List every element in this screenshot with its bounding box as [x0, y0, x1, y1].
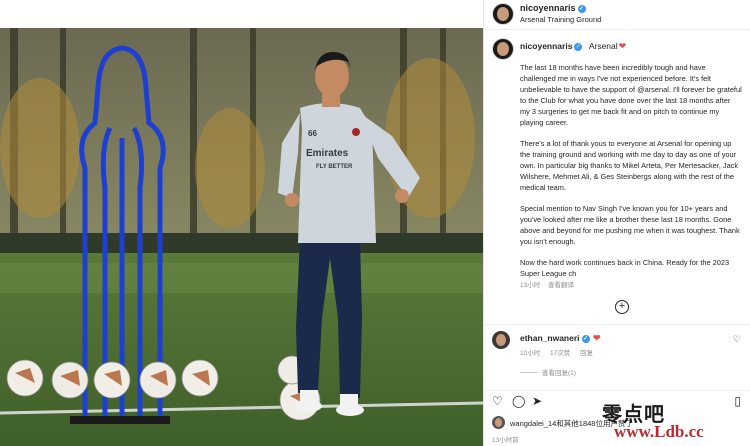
svg-text:Emirates: Emirates — [306, 148, 349, 159]
caption-meta: 13小时 查看翻译 — [520, 279, 580, 289]
view-replies-link[interactable]: 查看回复(1) — [520, 367, 576, 377]
caption-mention[interactable]: Arsenal — [589, 41, 618, 51]
caption-text: The last 18 months have been incredibly … — [520, 62, 742, 289]
caption-paragraph: Special mention to Nav Singh I've known … — [520, 204, 740, 246]
see-translation-link[interactable]: 查看翻译 — [548, 282, 574, 289]
caption-time: 13小时 — [520, 282, 541, 289]
post-location[interactable]: Arsenal Training Ground — [520, 15, 601, 24]
reply-button[interactable]: 回复 — [580, 350, 593, 357]
post-header: nicoyennaris ✓ Arsenal Training Ground — [484, 0, 750, 30]
save-icon[interactable]: ▯ — [734, 394, 741, 408]
like-comment-icon[interactable]: ♡ — [733, 334, 741, 345]
like-icon[interactable]: ♡ — [492, 394, 503, 408]
commenter-avatar[interactable] — [492, 331, 510, 349]
caption-header: nicoyennaris ✓ Arsenal❤ — [520, 41, 626, 52]
comment-likes[interactable]: 17次赞 — [550, 350, 570, 357]
share-icon[interactable]: ➤ — [532, 394, 542, 408]
svg-text:FLY BETTER: FLY BETTER — [316, 164, 353, 170]
caption-paragraph: There's a lot of thank yous to everyone … — [520, 139, 739, 192]
watermark-url: www.Ldb.cc — [614, 422, 704, 441]
author-username[interactable]: nicoyennaris ✓ — [520, 3, 586, 13]
caption-paragraph: Now the hard work continues back in Chin… — [520, 258, 730, 278]
commenter-username[interactable]: ethan_nwaneri ✓ ❤ — [520, 333, 601, 344]
comment-icon[interactable]: ◯ — [512, 394, 525, 408]
caption-username[interactable]: nicoyennaris — [520, 41, 572, 51]
verified-icon: ✓ — [574, 43, 583, 51]
post-time-ago: 13小时前 — [492, 437, 519, 444]
comment-time: 10小时 — [520, 350, 541, 357]
svg-text:66: 66 — [308, 129, 317, 138]
caption-paragraph: The last 18 months have been incredibly … — [520, 63, 742, 127]
caption-avatar[interactable] — [492, 38, 514, 60]
author-avatar[interactable] — [492, 3, 514, 25]
comment-meta: 10小时 17次赞 回复 — [520, 347, 601, 357]
post-photo[interactable]: Emirates FLY BETTER 66 — [0, 28, 483, 446]
heart-icon: ❤ — [590, 333, 601, 343]
training-photo-illustration: Emirates FLY BETTER 66 — [0, 28, 483, 446]
post-side-panel: nicoyennaris ✓ Arsenal Training Ground ni… — [483, 0, 750, 446]
divider — [484, 324, 750, 325]
heart-icon: ❤ — [618, 41, 627, 51]
verified-icon: ✓ — [577, 5, 586, 13]
liker-avatar[interactable] — [492, 416, 505, 429]
load-more-comments-button[interactable]: + — [615, 300, 629, 314]
verified-icon: ✓ — [581, 335, 590, 343]
